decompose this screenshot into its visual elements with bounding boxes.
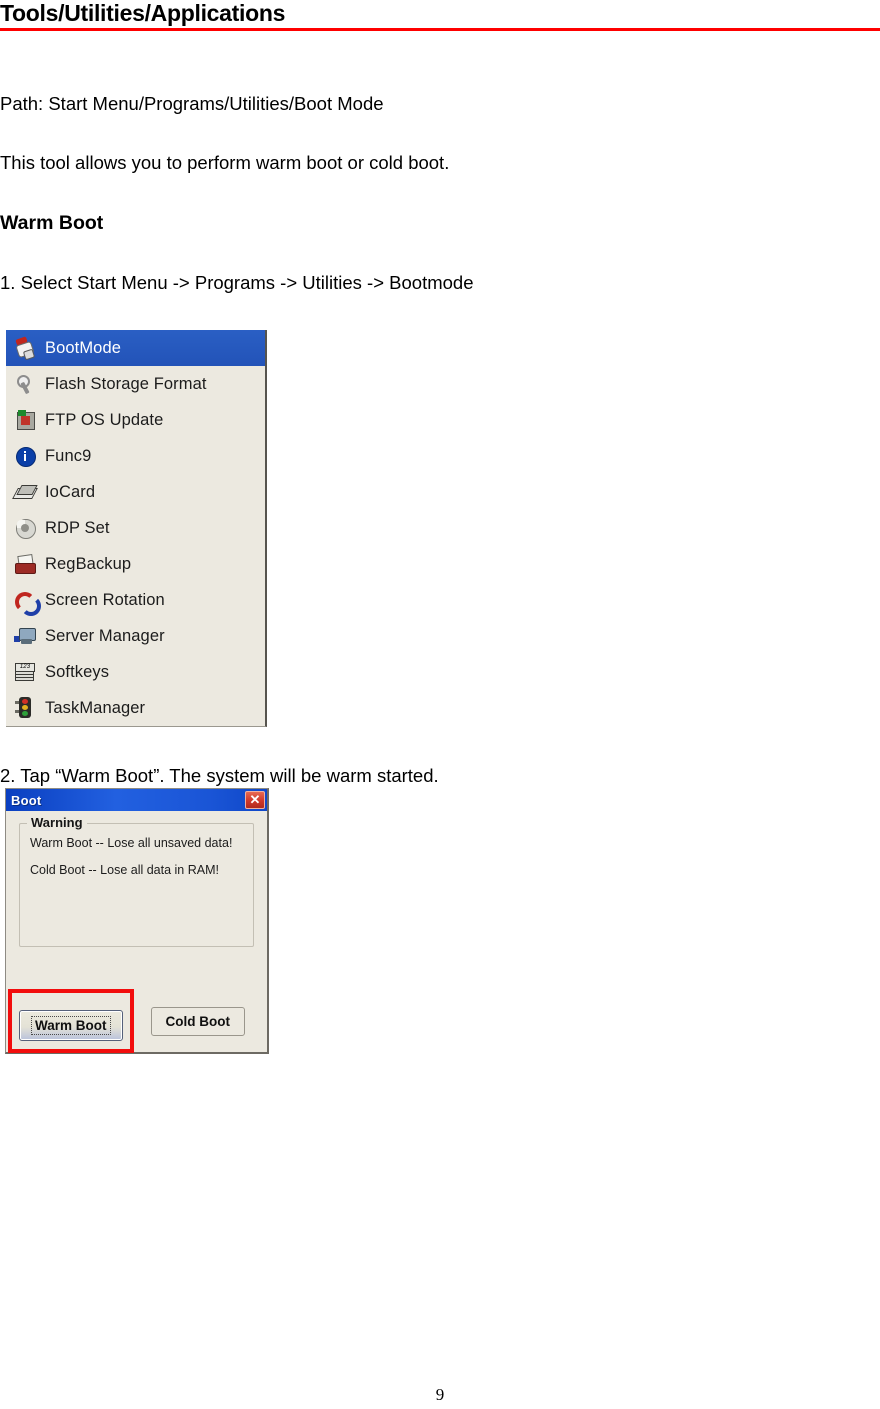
section-heading-warm-boot: Warm Boot — [0, 212, 104, 234]
page-title: Tools/Utilities/Applications — [0, 0, 286, 26]
warning-legend: Warning — [27, 815, 87, 830]
menu-item-label: BootMode — [45, 338, 122, 357]
menu-item-label: RDP Set — [45, 518, 110, 537]
menu-item-server-manager[interactable]: Server Manager — [6, 618, 265, 654]
dialog-body: Warning Warm Boot -- Lose all unsaved da… — [6, 811, 267, 1053]
menu-item-label: Server Manager — [45, 626, 165, 645]
warm-boot-button-label: Warm Boot — [31, 1016, 111, 1035]
close-icon[interactable]: ✕ — [245, 791, 265, 809]
keyboard-icon: 123 — [13, 660, 37, 684]
card-icon — [12, 480, 38, 504]
wrench-icon — [13, 372, 37, 396]
boot-dialog-screenshot: Boot ✕ Warning Warm Boot -- Lose all uns… — [5, 788, 269, 1054]
warning-line-warm: Warm Boot -- Lose all unsaved data! — [30, 836, 233, 850]
warning-line-cold: Cold Boot -- Lose all data in RAM! — [30, 863, 219, 877]
menu-item-iocard[interactable]: IoCard — [6, 474, 265, 510]
path-line: Path: Start Menu/Programs/Utilities/Boot… — [0, 93, 384, 114]
menu-item-ftp-os-update[interactable]: FTP OS Update — [6, 402, 265, 438]
menu-item-label: Func9 — [45, 446, 92, 465]
menu-item-label: Screen Rotation — [45, 590, 165, 609]
menu-item-label: Flash Storage Format — [45, 374, 207, 393]
menu-item-label: FTP OS Update — [45, 410, 164, 429]
page-number: 9 — [435, 1385, 445, 1404]
rotate-icon — [13, 588, 41, 616]
page-header: Tools/Utilities/Applications — [0, 0, 880, 31]
menu-item-regbackup[interactable]: RegBackup — [6, 546, 265, 582]
step-2-text: 2. Tap “Warm Boot”. The system will be w… — [0, 765, 439, 786]
menu-item-func9[interactable]: Func9 — [6, 438, 265, 474]
menu-item-label: Softkeys — [45, 662, 110, 681]
dialog-title: Boot — [11, 792, 42, 808]
traffic-light-icon — [13, 696, 37, 720]
programs-menu-screenshot: BootMode Flash Storage Format FTP OS Upd… — [6, 330, 267, 727]
dialog-titlebar: Boot ✕ — [6, 789, 267, 811]
step-1-text: 1. Select Start Menu -> Programs -> Util… — [0, 272, 474, 293]
chip-icon — [13, 408, 37, 432]
warm-boot-highlight-box: Warm Boot — [8, 989, 134, 1053]
disc-icon — [13, 516, 37, 540]
dialog-button-row: Warm Boot Cold Boot — [8, 989, 245, 1053]
menu-item-flash-storage-format[interactable]: Flash Storage Format — [6, 366, 265, 402]
menu-item-bootmode[interactable]: BootMode — [6, 330, 265, 366]
warning-groupbox: Warning Warm Boot -- Lose all unsaved da… — [19, 815, 254, 947]
warm-boot-button[interactable]: Warm Boot — [19, 1010, 123, 1041]
menu-item-label: RegBackup — [45, 554, 132, 573]
intro-line: This tool allows you to perform warm boo… — [0, 152, 450, 173]
menu-item-softkeys[interactable]: 123 Softkeys — [6, 654, 265, 690]
title-divider — [0, 28, 880, 31]
menu-item-label: TaskManager — [45, 698, 146, 717]
menu-item-rdp-set[interactable]: RDP Set — [6, 510, 265, 546]
bootmode-icon — [13, 336, 37, 361]
info-icon — [13, 444, 37, 468]
menu-item-screen-rotation[interactable]: Screen Rotation — [6, 582, 265, 618]
cold-boot-button[interactable]: Cold Boot — [150, 1006, 245, 1036]
menu-item-taskmanager[interactable]: TaskManager — [6, 690, 265, 726]
monitor-icon — [13, 624, 37, 648]
cold-boot-button-label: Cold Boot — [165, 1013, 230, 1029]
printer-icon — [13, 552, 37, 576]
menu-item-label: IoCard — [45, 482, 96, 501]
